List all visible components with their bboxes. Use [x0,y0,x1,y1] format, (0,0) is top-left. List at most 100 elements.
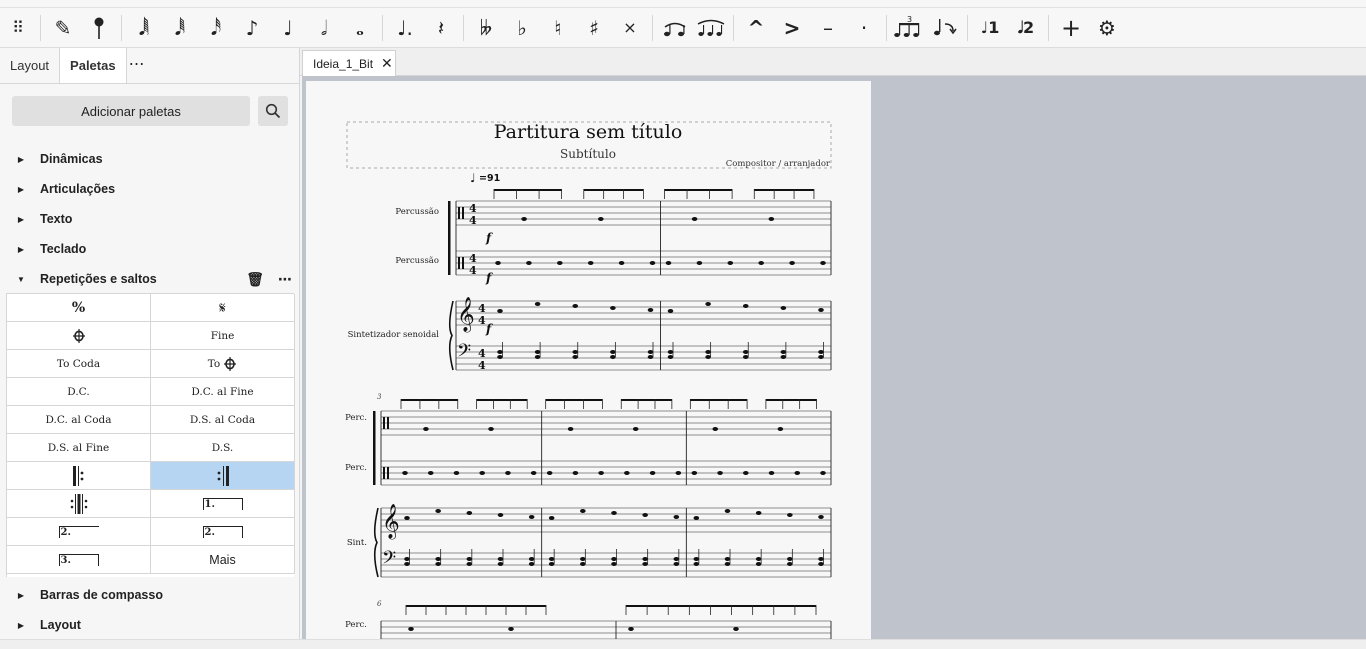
note-head [758,261,764,265]
voice-2-icon[interactable]: 𝅘𝅥2 [1008,10,1044,46]
drag-handle-icon[interactable]: ⠿ [0,10,36,46]
category-dinamicas[interactable]: ▶ Dinâmicas [0,144,300,174]
score-title[interactable]: Partitura sem título [494,121,683,143]
staccato-icon[interactable]: · [846,10,882,46]
palette-cell-volta-2-closed[interactable]: 2. [151,518,295,546]
category-barras-de-compasso[interactable]: ▶ Barras de compasso [0,580,300,610]
note-head [787,513,793,517]
palette-cell-dc-al-fine[interactable]: D.C. al Fine [151,378,295,406]
tab-layout[interactable]: Layout [0,48,59,83]
trash-icon[interactable]: 🗑 [246,271,264,288]
add-palettes-button[interactable]: Adicionar paletas [12,96,250,126]
double-flat-icon[interactable]: 𝄫 [468,10,504,46]
collapsed-arrow-icon: ▶ [17,214,25,224]
palette-cell-start-repeat[interactable] [7,462,151,490]
accent-icon[interactable]: > [774,10,810,46]
natural-icon[interactable]: ♮ [540,10,576,46]
marcato-icon[interactable]: ^ [738,10,774,46]
quarter-note-icon[interactable]: ♩ [270,10,306,46]
end-start-repeat-icon [70,493,87,514]
score-composer[interactable]: Compositor / arranjador [726,159,831,169]
beam [765,399,817,401]
palette-cell-segno[interactable]: 𝄋 [151,294,295,322]
score-canvas[interactable]: Partitura sem título Subtítulo Composito… [302,76,1366,646]
dotted-note-icon[interactable]: ♩. [387,10,423,46]
palette-cell-to-coda-symbol[interactable]: To [151,350,295,378]
measure-number: 3 [377,393,382,401]
voice-1-icon[interactable]: ♩1 [972,10,1008,46]
instrument-label[interactable]: Perc. [345,463,367,473]
note-head [675,471,682,475]
chord-note [755,562,762,566]
palette-cell-fine[interactable]: Fine [151,322,295,350]
palette-cell-coda[interactable] [7,322,151,350]
palette-cell-dc[interactable]: D.C. [7,378,151,406]
palette-more-button[interactable]: Mais [151,546,295,574]
instrument-label[interactable]: Percussão [395,206,439,217]
tuplet-icon[interactable]: 3 [891,10,927,46]
eighth-note-icon[interactable]: ♪ [234,10,270,46]
instrument-label[interactable]: Percussão [395,255,439,266]
dynamic-marking[interactable]: f [485,271,493,285]
chord-note [742,355,749,359]
pencil-icon[interactable]: ✎ [45,10,81,46]
flip-icon[interactable] [927,10,963,46]
pin-icon[interactable] [81,10,117,46]
16th-note-icon[interactable]: 𝅘𝅥𝅰 [198,10,234,46]
instrument-label[interactable]: Perc. [345,413,367,423]
settings-icon[interactable]: ⚙ [1089,10,1125,46]
slur-icon[interactable] [693,10,729,46]
instrument-label[interactable]: Sint. [347,538,367,548]
bass-clef: 𝄢 [382,548,396,573]
chord-note [534,350,541,354]
palette-cell-dc-al-coda[interactable]: D.C. al Coda [7,406,151,434]
note-head [402,471,408,475]
flat-icon[interactable]: ♭ [504,10,540,46]
palette-cell-volta-2-open[interactable]: 2. [7,518,151,546]
half-note-icon[interactable]: 𝅗𝅥 [306,10,342,46]
more-options-icon[interactable]: ⋯ [278,271,292,288]
category-layout[interactable]: ▶ Layout [0,610,300,640]
chord-note [534,355,541,359]
palette-cell-volta-1[interactable]: 1. [151,490,295,518]
palette-cell-ds[interactable]: D.S. [151,434,295,462]
close-icon[interactable]: ✕ [381,55,393,72]
dynamic-marking[interactable]: f [485,231,493,245]
palette-cell-measure-repeat[interactable]: % [7,294,151,322]
instrument-label[interactable]: Perc. [345,620,367,630]
note-head [611,511,617,515]
whole-note-icon[interactable]: 𝅝 [342,10,378,46]
dynamic-marking[interactable]: f [485,322,493,336]
search-icon[interactable] [258,96,288,126]
note-head [673,515,680,519]
note-head [526,261,532,265]
category-teclado[interactable]: ▶ Teclado [0,234,300,264]
64th-note-icon[interactable]: 𝅘𝅥𝅲 [126,10,162,46]
add-icon[interactable]: + [1053,10,1089,46]
palette-cell-to-coda[interactable]: To Coda [7,350,151,378]
beam [476,399,528,401]
category-repeticoes-e-saltos[interactable]: ▼ Repetições e saltos 🗑 ⋯ [0,264,300,294]
32nd-note-icon[interactable]: 𝅘𝅥𝅱 [162,10,198,46]
score-subtitle[interactable]: Subtítulo [560,147,616,161]
category-texto[interactable]: ▶ Texto [0,204,300,234]
rest-icon[interactable]: 𝄽 [423,10,459,46]
time-signature: 4 [478,359,486,372]
document-tab[interactable]: Ideia_1_Bit ✕ [302,50,396,76]
tie-icon[interactable] [657,10,693,46]
half-note [628,627,634,631]
palette-cell-ds-al-fine[interactable]: D.S. al Fine [7,434,151,462]
tab-palettes[interactable]: Paletas [59,48,127,83]
palette-cell-ds-al-coda[interactable]: D.S. al Coda [151,406,295,434]
instrument-label[interactable]: Sintetizador senoidal [348,330,440,340]
palette-cell-volta-3[interactable]: 3. [7,546,151,574]
score-page[interactable]: Partitura sem título Subtítulo Composito… [306,81,871,646]
sharp-icon[interactable]: ♯ [576,10,612,46]
more-options-icon[interactable]: ⋯ [123,48,151,83]
palette-cell-end-start-repeat[interactable] [7,490,151,518]
palette-cell-end-repeat[interactable] [151,462,295,490]
tenuto-icon[interactable]: – [810,10,846,46]
double-sharp-icon[interactable]: × [612,10,648,46]
category-articulacoes[interactable]: ▶ Articulações [0,174,300,204]
tempo-marking[interactable]: =91 [479,173,500,184]
